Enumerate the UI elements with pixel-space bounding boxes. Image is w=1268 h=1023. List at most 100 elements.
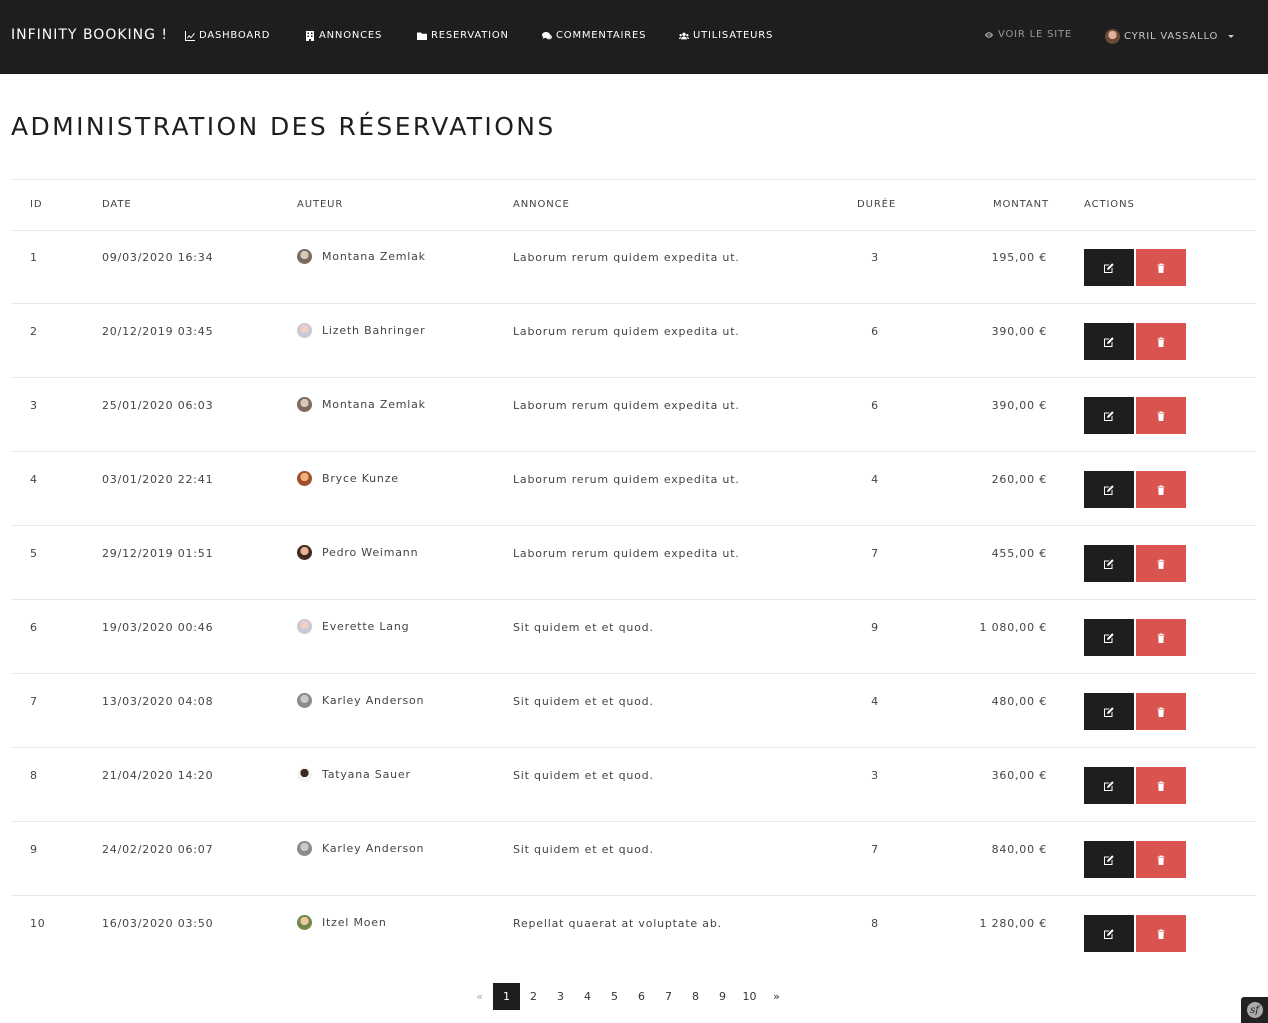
edit-button[interactable] [1084, 249, 1134, 286]
symfony-toolbar-toggle[interactable]: sf [1241, 997, 1268, 1023]
chart-line-icon [185, 30, 195, 41]
delete-button[interactable] [1136, 397, 1186, 434]
edit-button[interactable] [1084, 767, 1134, 804]
cell-author: Montana Zemlak [297, 397, 426, 412]
nav-item-commentaires[interactable]: COMMENTAIRES [542, 30, 646, 41]
nav-item-utilisateurs[interactable]: UTILISATEURS [679, 30, 773, 41]
nav-item-label: RESERVATION [431, 30, 509, 41]
nav-item-annonces[interactable]: ANNONCES [305, 30, 382, 41]
table-row: 4 03/01/2020 22:41 Bryce Kunze Laborum reru… [11, 452, 1256, 526]
cell-montant: 195,00 € [991, 251, 1047, 264]
delete-button[interactable] [1136, 545, 1186, 582]
cell-id: 2 [30, 325, 38, 338]
cell-id: 9 [30, 843, 38, 856]
delete-button[interactable] [1136, 323, 1186, 360]
cell-annonce: Laborum rerum quidem expedita ut. [513, 251, 740, 264]
column-header-annonce: ANNONCE [513, 199, 570, 210]
author-avatar [297, 767, 312, 782]
edit-button[interactable] [1084, 545, 1134, 582]
edit-button[interactable] [1084, 323, 1134, 360]
view-site-link[interactable]: VOIR LE SITE [984, 29, 1072, 40]
cell-annonce: Sit quidem et et quod. [513, 843, 654, 856]
pagination-next[interactable]: » [763, 983, 790, 1010]
edit-button[interactable] [1084, 841, 1134, 878]
edit-button[interactable] [1084, 915, 1134, 952]
author-name: Itzel Moen [322, 916, 387, 929]
edit-icon [1104, 558, 1114, 569]
edit-button[interactable] [1084, 619, 1134, 656]
cell-date: 21/04/2020 14:20 [102, 769, 214, 782]
pagination-page[interactable]: 1 [493, 983, 520, 1010]
author-name: Montana Zemlak [322, 398, 426, 411]
edit-button[interactable] [1084, 397, 1134, 434]
table-row: 9 24/02/2020 06:07 Karley Anderson Sit quid… [11, 822, 1256, 896]
pagination-page[interactable]: 5 [601, 983, 628, 1010]
cell-author: Lizeth Bahringer [297, 323, 425, 338]
cell-date: 13/03/2020 04:08 [102, 695, 214, 708]
cell-annonce: Laborum rerum quidem expedita ut. [513, 547, 740, 560]
cell-date: 25/01/2020 06:03 [102, 399, 214, 412]
cell-id: 7 [30, 695, 38, 708]
edit-icon [1104, 410, 1114, 421]
cell-author: Pedro Weimann [297, 545, 418, 560]
edit-icon [1104, 262, 1114, 273]
delete-button[interactable] [1136, 249, 1186, 286]
edit-icon [1104, 780, 1114, 791]
pagination-page[interactable]: 7 [655, 983, 682, 1010]
pagination-page[interactable]: 8 [682, 983, 709, 1010]
cell-author: Bryce Kunze [297, 471, 399, 486]
view-site-label: VOIR LE SITE [998, 29, 1073, 40]
brand-logo[interactable]: INFINITY BOOKING ! [11, 27, 168, 43]
cell-duree: 4 [871, 695, 879, 708]
author-name: Karley Anderson [322, 842, 425, 855]
nav-item-label: UTILISATEURS [693, 30, 774, 41]
eye-icon [984, 31, 994, 38]
pagination-page[interactable]: 4 [574, 983, 601, 1010]
delete-button[interactable] [1136, 471, 1186, 508]
table-row: 1 09/03/2020 16:34 Montana Zemlak Laborum r… [11, 230, 1256, 304]
edit-icon [1104, 706, 1114, 717]
delete-button[interactable] [1136, 767, 1186, 804]
delete-button[interactable] [1136, 841, 1186, 878]
cell-montant: 390,00 € [991, 325, 1047, 338]
cell-date: 09/03/2020 16:34 [102, 251, 214, 264]
pagination-page[interactable]: 9 [709, 983, 736, 1010]
pagination-page[interactable]: 2 [520, 983, 547, 1010]
cell-duree: 9 [871, 621, 879, 634]
nav-item-reservation[interactable]: RESERVATION [417, 30, 509, 41]
table-row: 2 20/12/2019 03:45 Lizeth Bahringer Laborum… [11, 304, 1256, 378]
trash-icon [1157, 337, 1165, 347]
pagination-page[interactable]: 10 [736, 983, 763, 1010]
edit-button[interactable] [1084, 471, 1134, 508]
user-dropdown[interactable]: CYRIL VASSALLO [1105, 29, 1235, 44]
trash-icon [1157, 411, 1165, 421]
cell-montant: 1 280,00 € [979, 917, 1047, 930]
table-row: 8 21/04/2020 14:20 Tatyana Sauer Sit quidem… [11, 748, 1256, 822]
cell-montant: 455,00 € [991, 547, 1047, 560]
symfony-logo-icon: sf [1246, 1002, 1263, 1018]
author-avatar [297, 693, 312, 708]
author-avatar [297, 841, 312, 856]
edit-button[interactable] [1084, 693, 1134, 730]
folder-icon [417, 32, 427, 40]
author-name: Lizeth Bahringer [322, 324, 426, 337]
delete-button[interactable] [1136, 693, 1186, 730]
page-title: ADMINISTRATION DES RÉSERVATIONS [11, 112, 556, 141]
cell-duree: 6 [871, 325, 879, 338]
user-avatar [1105, 29, 1120, 44]
author-name: Pedro Weimann [322, 546, 419, 559]
cell-date: 19/03/2020 00:46 [102, 621, 214, 634]
delete-button[interactable] [1136, 915, 1186, 952]
cell-id: 4 [30, 473, 38, 486]
pagination-prev[interactable]: « [466, 983, 493, 1010]
pagination-page[interactable]: 6 [628, 983, 655, 1010]
delete-button[interactable] [1136, 619, 1186, 656]
author-avatar [297, 619, 312, 634]
cell-id: 8 [30, 769, 38, 782]
column-header-montant: MONTANT [993, 199, 1050, 210]
author-name: Everette Lang [322, 620, 410, 633]
nav-item-dashboard[interactable]: DASHBOARD [185, 30, 270, 41]
pagination-page[interactable]: 3 [547, 983, 574, 1010]
trash-icon [1157, 929, 1165, 939]
cell-duree: 6 [871, 399, 879, 412]
